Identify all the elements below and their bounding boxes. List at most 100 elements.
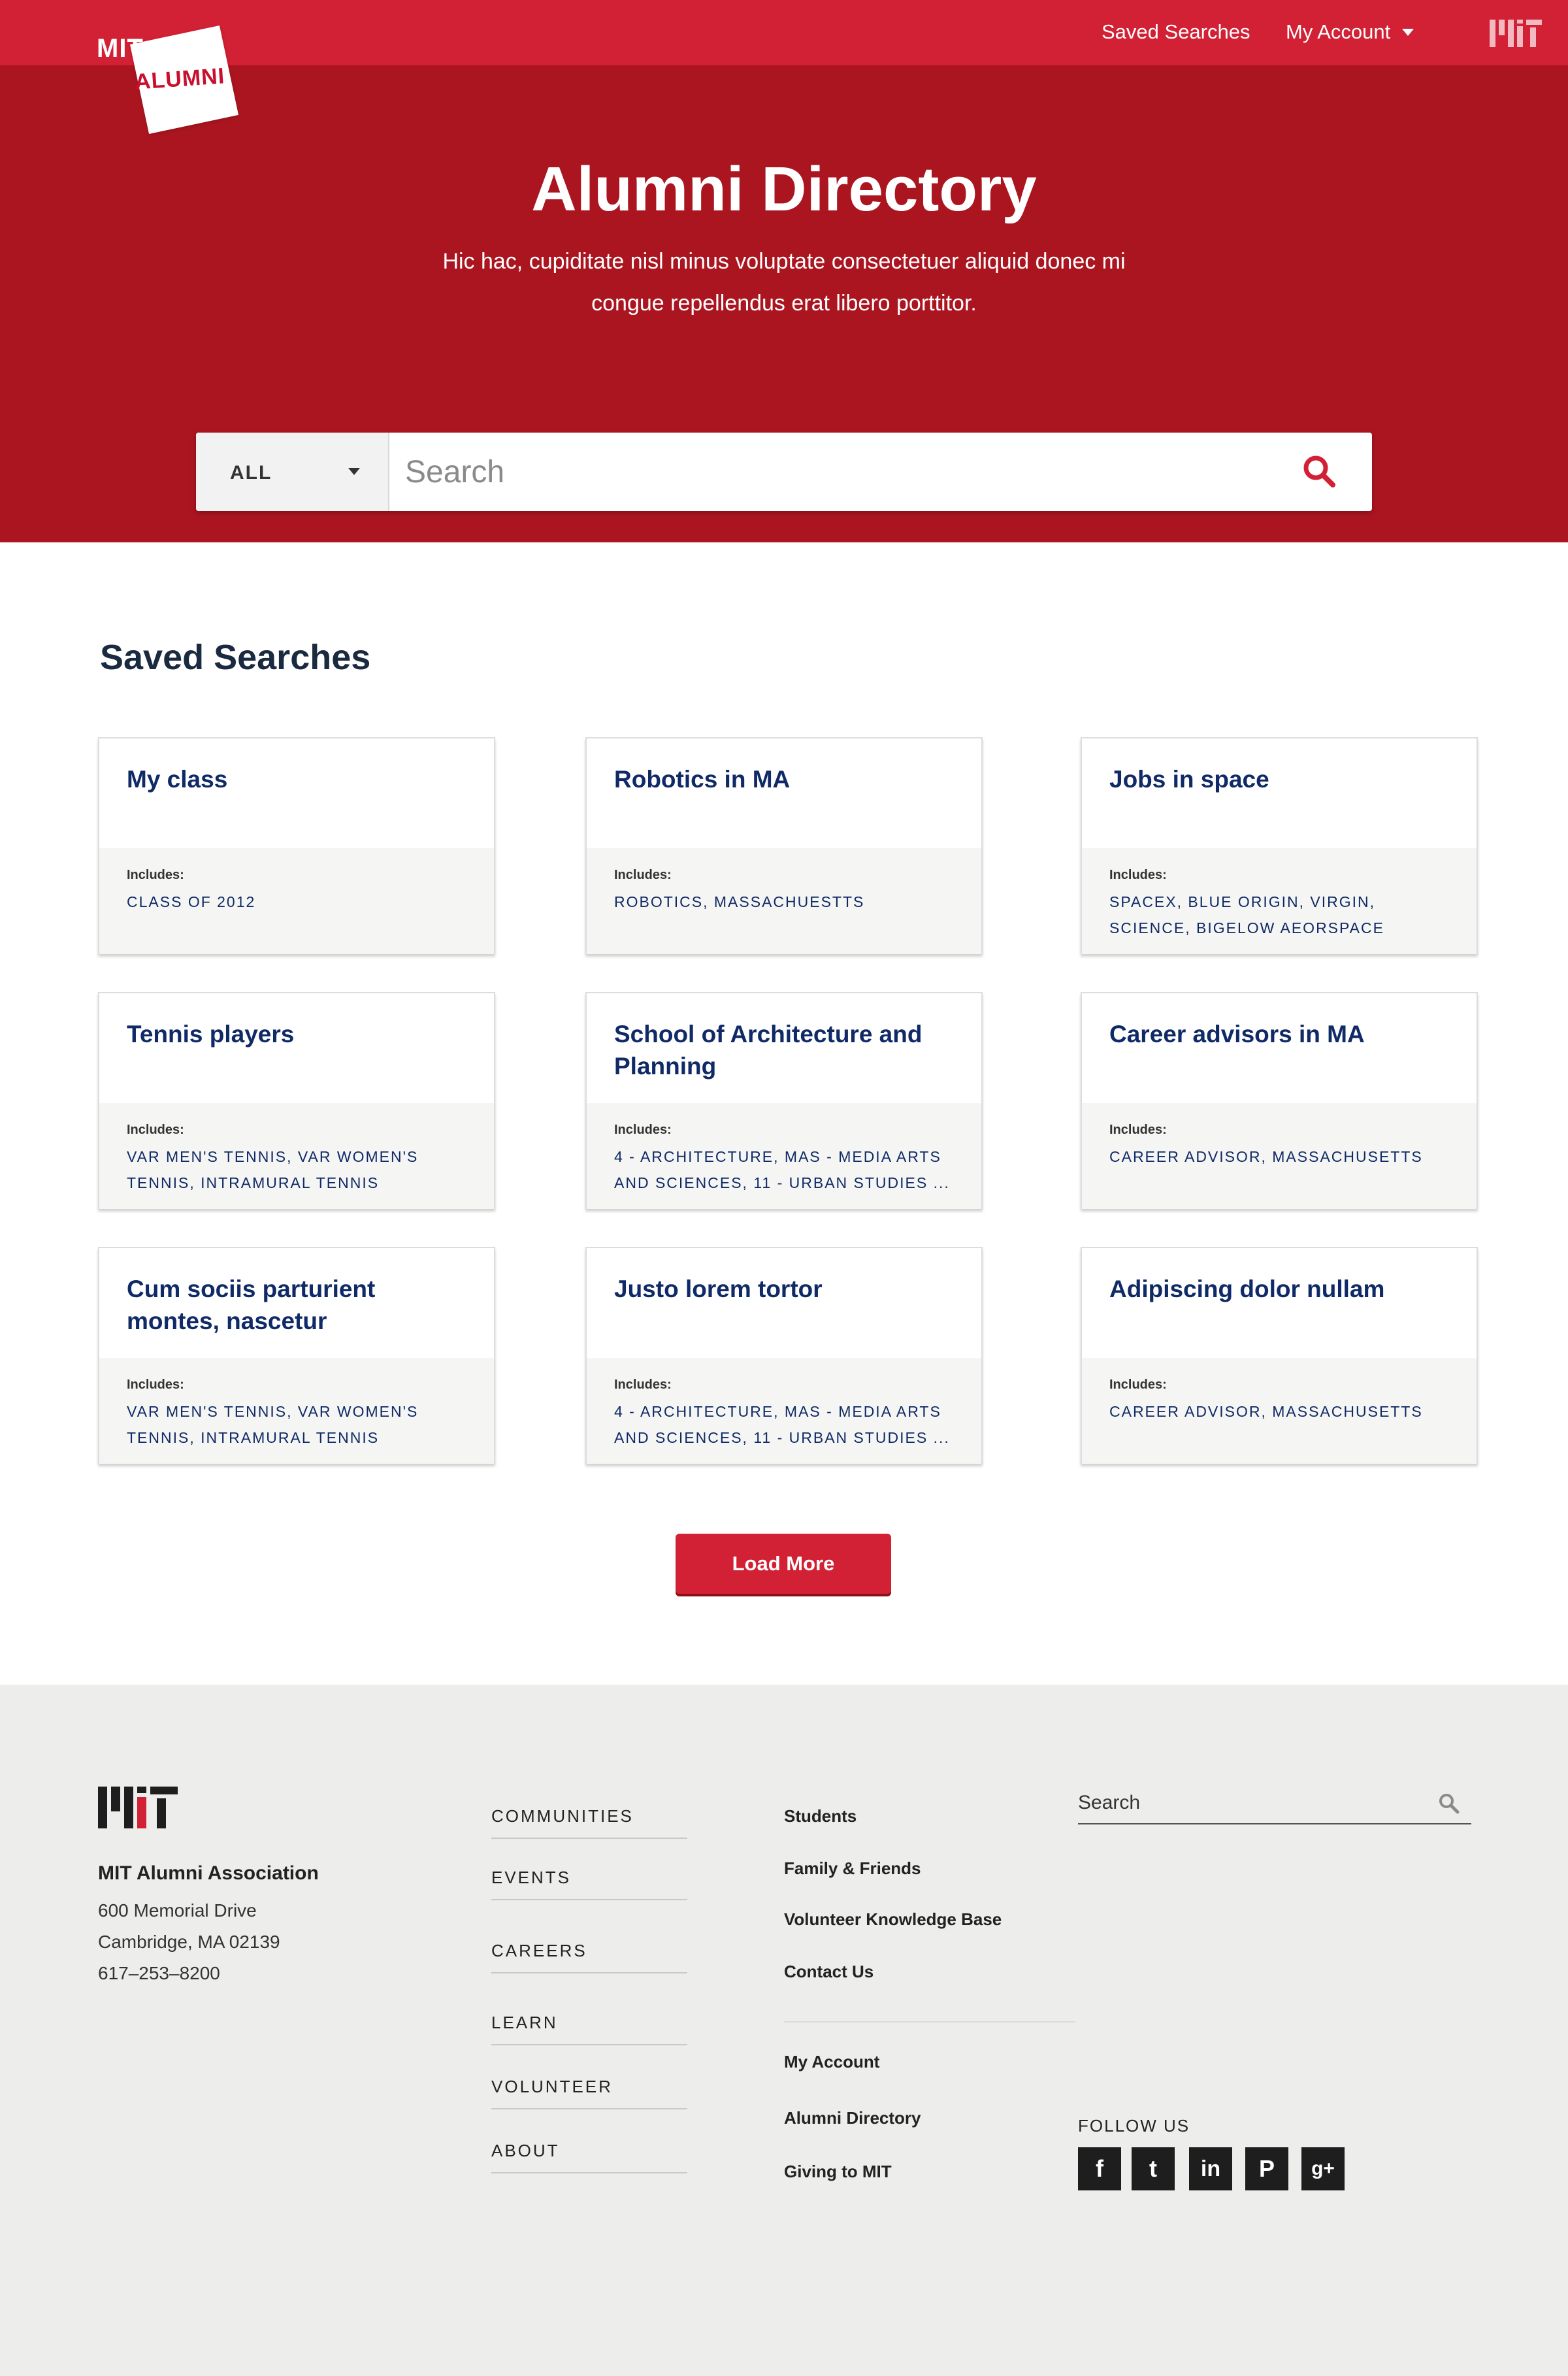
card-includes-label: Includes:	[1109, 868, 1167, 882]
card-title: School of Architecture and Planning	[614, 1021, 923, 1080]
card-footer: Includes: VAR MEN'S TENNIS, VAR WOMEN'S …	[99, 1103, 494, 1209]
logo-mit-text: MIT	[97, 34, 144, 63]
card-tags: CAREER ADVISOR, MASSACHUSETTS	[1109, 1403, 1423, 1420]
card-header: Jobs in space	[1082, 738, 1477, 848]
footer-link-family-friends[interactable]: Family & Friends	[784, 1858, 921, 1879]
footer: MIT Alumni Association 600 Memorial Driv…	[0, 1685, 1568, 2376]
card-includes-label: Includes:	[127, 1378, 184, 1392]
card-includes-label: Includes:	[614, 1378, 672, 1392]
follow-us-label: FOLLOW US	[1078, 2116, 1190, 2136]
card-header: Robotics in MA	[587, 738, 981, 848]
footer-search	[1078, 1783, 1471, 1824]
card-title: Career advisors in MA	[1109, 1021, 1365, 1048]
footer-link-students[interactable]: Students	[784, 1806, 857, 1826]
twitter-icon[interactable]: t	[1132, 2147, 1175, 2190]
page-title: Alumni Directory	[531, 154, 1037, 224]
saved-search-card[interactable]: My class Includes: CLASS OF 2012	[98, 737, 495, 954]
mit-logo-icon[interactable]	[98, 1787, 178, 1828]
phone-number: 617–253–8200	[98, 1963, 220, 1983]
footer-nav-communities[interactable]: COMMUNITIES	[491, 1806, 687, 1839]
address-line-2: Cambridge, MA 02139	[98, 1932, 280, 1952]
card-footer: Includes: SPACEX, BLUE ORIGIN, VIRGIN, S…	[1082, 848, 1477, 954]
footer-link-contact[interactable]: Contact Us	[784, 1962, 874, 1982]
card-footer: Includes: CAREER ADVISOR, MASSACHUSETTS	[1082, 1103, 1477, 1209]
hero-subtitle: Hic hac, cupiditate nisl minus voluptate…	[442, 249, 1126, 316]
search-scope-dropdown[interactable]: ALL	[196, 433, 389, 511]
card-header: Cum sociis parturient montes, nascetur	[99, 1248, 494, 1358]
saved-search-card[interactable]: Robotics in MA Includes: ROBOTICS, MASSA…	[585, 737, 983, 954]
card-title: Adipiscing dolor nullam	[1109, 1276, 1385, 1302]
card-includes-label: Includes:	[127, 1123, 184, 1137]
card-tags: 4 - ARCHITECTURE, MAS - MEDIA ARTS AND S…	[614, 1403, 950, 1446]
footer-link-giving[interactable]: Giving to MIT	[784, 2162, 892, 2182]
card-header: Justo lorem tortor	[587, 1248, 981, 1358]
card-footer: Includes: CAREER ADVISOR, MASSACHUSETTS	[1082, 1358, 1477, 1464]
chevron-down-icon	[1402, 28, 1414, 36]
card-title: Cum sociis parturient montes, nascetur	[127, 1276, 376, 1334]
saved-search-card[interactable]: School of Architecture and Planning Incl…	[585, 992, 983, 1209]
card-title: Justo lorem tortor	[614, 1276, 823, 1302]
load-more-button[interactable]: Load More	[676, 1534, 891, 1594]
search-bar: ALL	[196, 433, 1372, 511]
card-includes-label: Includes:	[614, 868, 672, 882]
card-footer: Includes: VAR MEN'S TENNIS, VAR WOMEN'S …	[99, 1358, 494, 1464]
linkedin-icon[interactable]: in	[1189, 2147, 1232, 2190]
card-tags: SPACEX, BLUE ORIGIN, VIRGIN, SCIENCE, BI…	[1109, 893, 1384, 936]
google-plus-icon[interactable]: g+	[1301, 2147, 1345, 2190]
card-includes-label: Includes:	[127, 868, 184, 882]
saved-searches-heading: Saved Searches	[100, 638, 371, 677]
card-tags: CAREER ADVISOR, MASSACHUSETTS	[1109, 1148, 1423, 1165]
card-includes-label: Includes:	[1109, 1378, 1167, 1392]
org-name: MIT Alumni Association	[98, 1862, 319, 1884]
card-header: Tennis players	[99, 993, 494, 1103]
saved-search-card[interactable]: Jobs in space Includes: SPACEX, BLUE ORI…	[1081, 737, 1478, 954]
saved-search-card[interactable]: Adipiscing dolor nullam Includes: CAREER…	[1081, 1247, 1478, 1464]
footer-link-volunteer-kb[interactable]: Volunteer Knowledge Base	[784, 1909, 1002, 1930]
footer-nav-learn[interactable]: LEARN	[491, 2013, 687, 2045]
card-title: Robotics in MA	[614, 766, 791, 793]
card-header: Adipiscing dolor nullam	[1082, 1248, 1477, 1358]
saved-search-card[interactable]: Justo lorem tortor Includes: 4 - ARCHITE…	[585, 1247, 983, 1464]
search-scope-label: ALL	[230, 462, 272, 484]
divider	[784, 2021, 1075, 2022]
card-includes-label: Includes:	[1109, 1123, 1167, 1137]
nav-my-account-label: My Account	[1286, 20, 1391, 43]
card-includes-label: Includes:	[614, 1123, 672, 1137]
card-tags: VAR MEN'S TENNIS, VAR WOMEN'S TENNIS, IN…	[127, 1403, 419, 1446]
address-line-1: 600 Memorial Drive	[98, 1900, 257, 1921]
search-icon[interactable]	[1300, 452, 1339, 491]
card-tags: 4 - ARCHITECTURE, MAS - MEDIA ARTS AND S…	[614, 1148, 950, 1191]
nav-my-account[interactable]: My Account	[1286, 20, 1414, 44]
footer-link-alumni-directory[interactable]: Alumni Directory	[784, 2108, 921, 2128]
card-tags: VAR MEN'S TENNIS, VAR WOMEN'S TENNIS, IN…	[127, 1148, 419, 1191]
card-title: My class	[127, 766, 228, 793]
card-title: Jobs in space	[1109, 766, 1269, 793]
card-footer: Includes: 4 - ARCHITECTURE, MAS - MEDIA …	[587, 1103, 981, 1209]
card-header: Career advisors in MA	[1082, 993, 1477, 1103]
footer-nav-volunteer[interactable]: VOLUNTEER	[491, 2077, 687, 2109]
card-header: School of Architecture and Planning	[587, 993, 981, 1103]
card-footer: Includes: 4 - ARCHITECTURE, MAS - MEDIA …	[587, 1358, 981, 1464]
card-header: My class	[99, 738, 494, 848]
search-input[interactable]	[405, 446, 1267, 498]
footer-nav-events[interactable]: EVENTS	[491, 1868, 687, 1900]
pinterest-icon[interactable]: P	[1245, 2147, 1288, 2190]
card-tags: ROBOTICS, MASSACHUESTTS	[614, 893, 865, 910]
footer-nav-about[interactable]: ABOUT	[491, 2141, 687, 2173]
mit-alumni-logo[interactable]: MIT ALUMNI	[91, 25, 248, 137]
footer-nav-careers[interactable]: CAREERS	[491, 1941, 687, 1973]
mit-logo-icon[interactable]	[1490, 20, 1542, 47]
card-tags: CLASS OF 2012	[127, 893, 256, 910]
chevron-down-icon	[348, 468, 360, 475]
saved-search-card[interactable]: Career advisors in MA Includes: CAREER A…	[1081, 992, 1478, 1209]
footer-link-my-account[interactable]: My Account	[784, 2052, 879, 2072]
card-footer: Includes: CLASS OF 2012	[99, 848, 494, 954]
facebook-icon[interactable]: f	[1078, 2147, 1121, 2190]
saved-search-card[interactable]: Tennis players Includes: VAR MEN'S TENNI…	[98, 992, 495, 1209]
saved-search-card[interactable]: Cum sociis parturient montes, nascetur I…	[98, 1247, 495, 1464]
search-icon[interactable]	[1437, 1792, 1461, 1815]
card-footer: Includes: ROBOTICS, MASSACHUESTTS	[587, 848, 981, 954]
footer-search-input[interactable]	[1078, 1788, 1418, 1818]
nav-saved-searches[interactable]: Saved Searches	[1102, 20, 1250, 44]
card-title: Tennis players	[127, 1021, 295, 1048]
